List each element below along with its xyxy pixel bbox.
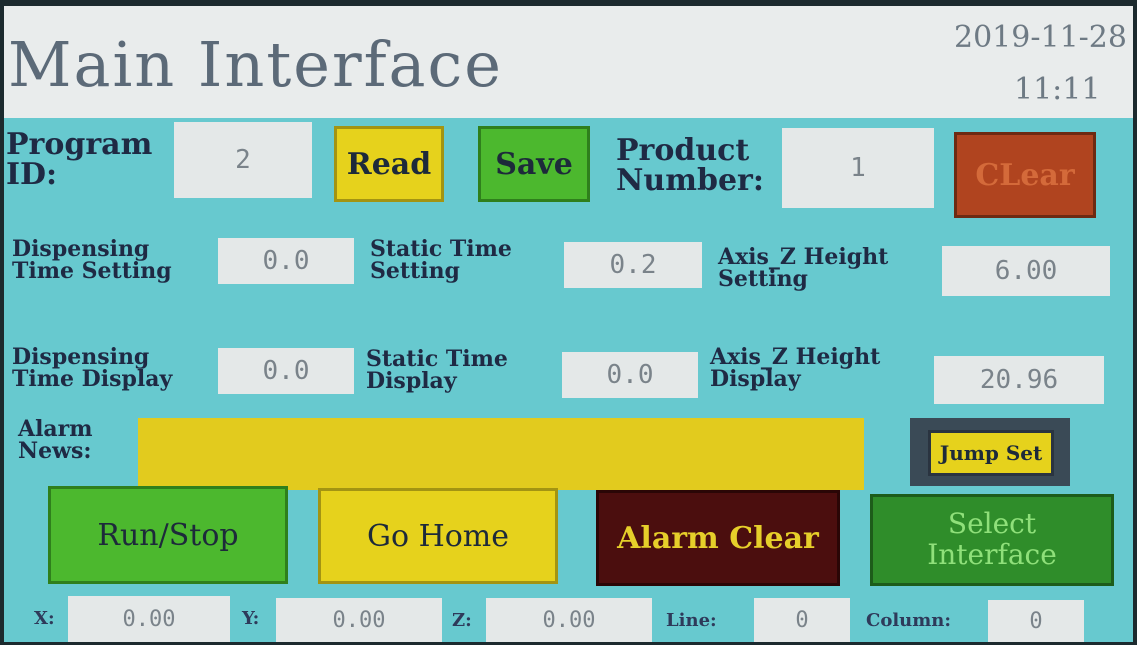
jump-set-button[interactable]: Jump Set <box>928 430 1054 476</box>
date-readout: 2019-11-28 <box>954 20 1127 55</box>
select-interface-label-line2: Interface <box>927 538 1057 571</box>
static-time-display-label: Static Time Display <box>366 348 508 392</box>
axisz-setting-label-line1: Axis_Z Height <box>718 244 889 270</box>
line-value-field: 0 <box>754 598 850 642</box>
z-value-field: 0.00 <box>486 598 652 642</box>
axisz-display-label-line1: Axis_Z Height <box>710 344 881 370</box>
title-bar: Main Interface 2019-11-28 11:11 <box>4 6 1133 118</box>
y-label: Y: <box>242 608 260 629</box>
static-time-setting-field[interactable]: 0.2 <box>564 242 702 288</box>
y-value-field: 0.00 <box>276 598 442 642</box>
dispensing-setting-label-line1: Dispensing <box>12 236 150 262</box>
dispensing-time-display-label: Dispensing Time Display <box>12 346 172 390</box>
time-readout: 11:11 <box>1014 72 1101 107</box>
run-stop-button[interactable]: Run/Stop <box>48 486 288 584</box>
product-number-label: Product Number: <box>616 136 764 196</box>
dispensing-time-setting-field[interactable]: 0.0 <box>218 238 354 284</box>
axis-z-height-setting-label: Axis_Z Height Setting <box>718 246 888 290</box>
column-label: Column: <box>866 610 952 631</box>
axis-z-height-display-label: Axis_Z Height Display <box>710 346 880 390</box>
product-number-label-line1: Product <box>616 133 750 168</box>
x-value-field: 0.00 <box>68 596 230 642</box>
read-button[interactable]: Read <box>334 126 444 202</box>
axis-z-height-display-field: 20.96 <box>934 356 1104 404</box>
static-setting-label-line1: Static Time <box>370 236 512 262</box>
dispensing-time-display-field: 0.0 <box>218 348 354 394</box>
alarm-news-label: Alarm News: <box>18 418 93 462</box>
x-label: X: <box>34 608 55 629</box>
alarm-news-label-line2: News: <box>18 438 92 464</box>
jump-set-frame: Jump Set <box>910 418 1070 486</box>
static-display-label-line1: Static Time <box>366 346 508 372</box>
program-id-label: Program ID: <box>6 130 152 190</box>
program-id-label-line1: Program <box>6 127 153 162</box>
go-home-button[interactable]: Go Home <box>318 488 558 584</box>
static-time-display-field: 0.0 <box>562 352 698 398</box>
page-title: Main Interface <box>8 28 503 101</box>
hmi-screen: Main Interface 2019-11-28 11:11 Program … <box>4 6 1133 642</box>
select-interface-button[interactable]: Select Interface <box>870 494 1114 586</box>
dispensing-time-setting-label: Dispensing Time Setting <box>12 238 172 282</box>
line-label: Line: <box>666 610 717 631</box>
axis-z-height-setting-field[interactable]: 6.00 <box>942 246 1110 296</box>
dispensing-display-label-line2: Time Display <box>12 366 173 392</box>
alarm-news-label-line1: Alarm <box>18 416 93 442</box>
dispensing-display-label-line1: Dispensing <box>12 344 150 370</box>
static-setting-label-line2: Setting <box>370 258 460 284</box>
dispensing-setting-label-line2: Time Setting <box>12 258 172 284</box>
axisz-display-label-line2: Display <box>710 366 801 392</box>
program-id-label-line2: ID: <box>6 157 58 192</box>
column-value-field: 0 <box>988 600 1084 642</box>
static-display-label-line2: Display <box>366 368 457 394</box>
save-button[interactable]: Save <box>478 126 590 202</box>
product-number-label-line2: Number: <box>616 163 764 198</box>
program-id-field[interactable]: 2 <box>174 122 312 198</box>
alarm-news-bar <box>138 418 864 490</box>
product-number-field[interactable]: 1 <box>782 128 934 208</box>
clear-button[interactable]: CLear <box>954 132 1096 218</box>
static-time-setting-label: Static Time Setting <box>370 238 512 282</box>
select-interface-label-line1: Select <box>947 507 1037 541</box>
axisz-setting-label-line2: Setting <box>718 266 808 292</box>
alarm-clear-button[interactable]: Alarm Clear <box>596 490 840 586</box>
z-label: Z: <box>452 610 472 631</box>
